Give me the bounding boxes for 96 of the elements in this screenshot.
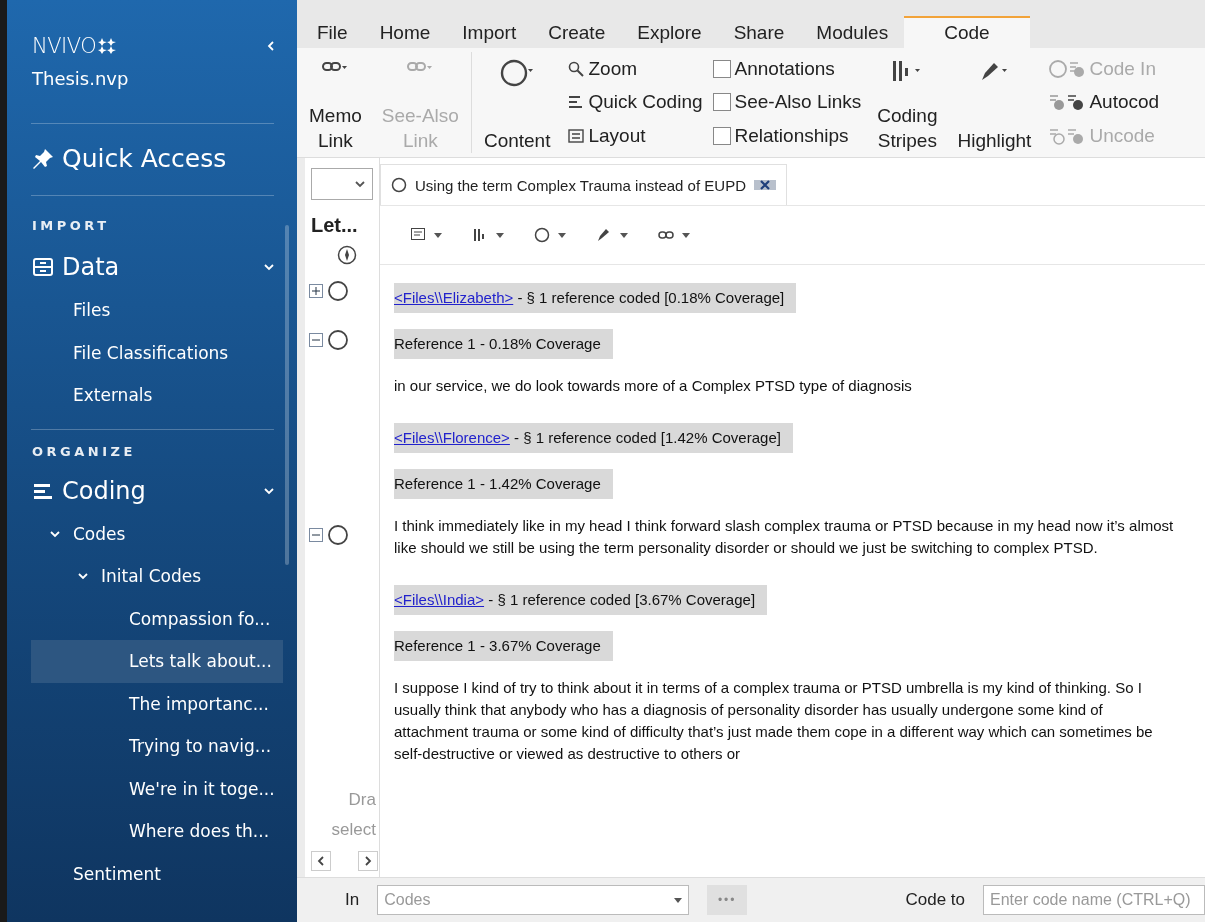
minus-box-icon	[309, 528, 323, 542]
drop-hint: Dra	[347, 789, 377, 811]
layout-icon	[568, 128, 585, 145]
minus-box-icon	[309, 333, 323, 347]
reference-label: Reference 1 - 0.18% Coverage	[394, 329, 613, 359]
chevron-icon	[265, 40, 277, 52]
file-reference-header: <Files\\India> - § 1 reference coded [3.67% Coverage]	[394, 585, 768, 615]
caret-icon	[496, 232, 504, 238]
tree-item[interactable]: Trying to navig...	[31, 725, 283, 768]
caret-icon	[558, 232, 566, 238]
circle-icon	[327, 524, 349, 546]
ribbon-tab[interactable]: Share	[717, 16, 801, 48]
autocode-icon	[1049, 92, 1086, 113]
tree-item[interactable]: Codes	[31, 512, 283, 555]
drop-hint: select	[330, 819, 377, 841]
ribbon-tab[interactable]: Modules	[800, 16, 905, 48]
stripes-tool[interactable]	[472, 227, 504, 243]
tree-item[interactable]: File Classifications	[31, 331, 283, 374]
tree-item[interactable]: The importanc...	[31, 682, 283, 725]
quick-access-link[interactable]: Quick Access	[62, 144, 227, 173]
close-icon	[753, 178, 776, 192]
caret-icon	[682, 232, 690, 238]
project-name: Thesis.nvp	[31, 67, 130, 89]
scroll-left-button[interactable]	[311, 851, 331, 871]
caret-icon	[354, 178, 366, 190]
plus-box-icon	[309, 284, 323, 298]
uncode-icon	[1049, 126, 1086, 147]
document-tab[interactable]: Using the term Complex Trauma instead of EUPD	[380, 164, 787, 205]
ribbon-checkbox[interactable]: Annotations	[712, 57, 862, 80]
circle-icon	[391, 177, 407, 193]
caret-icon	[434, 232, 442, 238]
section-heading: IMPORT	[31, 218, 111, 233]
reference-label: Reference 1 - 1.42% Coverage	[394, 469, 613, 499]
code-in-icon	[1049, 58, 1086, 79]
circle-icon	[500, 58, 535, 88]
tree-item[interactable]: Compassion fo...	[31, 597, 283, 640]
ribbon-tab[interactable]: Explore	[621, 16, 718, 48]
section-heading: ORGANIZE	[31, 443, 137, 459]
ribbon-button[interactable]: Highlight	[957, 52, 1032, 153]
cabinet-icon	[32, 256, 54, 278]
file-reference-header: <Files\\Elizabeth> - § 1 reference coded [0.18% Coverage]	[394, 283, 797, 313]
nav-group[interactable]: Data	[7, 245, 297, 289]
file-reference-header: <Files\\Florence> - § 1 reference coded [1.42% Coverage]	[394, 423, 793, 453]
ribbon-tab[interactable]: Home	[363, 16, 447, 48]
chevron-icon	[263, 261, 275, 273]
tree-item[interactable]: Sentiment	[31, 852, 283, 895]
tree-item[interactable]: Where does th...	[31, 810, 283, 853]
highlight-tool[interactable]	[596, 227, 628, 243]
caret-icon	[620, 232, 628, 238]
ribbon-tab[interactable]: Code	[904, 16, 1030, 48]
reference-label: Reference 1 - 3.67% Coverage	[394, 631, 613, 661]
collapse-button[interactable]	[265, 40, 277, 52]
coded-passage: I think immediately like in my head I think forward slash complex trauma or PTSD because in my head now it’s almost like should we still be using the term personality disorder or should we just be switching to complex PTSD.	[394, 516, 1175, 558]
ribbon-checkbox[interactable]: Relationships	[712, 125, 862, 148]
in-label: In	[345, 890, 360, 910]
circle-icon	[327, 280, 349, 302]
tree-item[interactable]: Externals	[31, 374, 283, 417]
panel-title: Let...	[310, 213, 359, 237]
caret-icon	[674, 897, 683, 903]
tree-item[interactable]: Inital Codes	[31, 555, 283, 598]
ribbon-button[interactable]: Layout	[568, 125, 703, 148]
coded-passage: I suppose I kind of try to think about it in terms of a complex trauma or PTSD umbrella is my kind of thinking. So I usually think that anybody who has a diagnosis of personality disorder has usually undergone some kind of attachment trauma or some kind of difficulty that’s just made them cope in a different way which can sometimes be self-destructive or viewed as destructive to others or	[394, 678, 1154, 764]
lines-icon	[568, 94, 585, 111]
tree-item[interactable]: We're in it toge...	[31, 767, 283, 810]
annotation-tool[interactable]	[410, 227, 442, 243]
ribbon-button[interactable]: Autocod	[1049, 91, 1160, 114]
file-link[interactable]: <Files\\Elizabeth>	[394, 289, 514, 306]
ribbon-tab[interactable]: Create	[532, 16, 622, 48]
comment-icon	[410, 227, 426, 243]
app-logo: NVIVO	[32, 34, 117, 58]
pin-icon	[32, 147, 54, 170]
nav-group-label: Coding	[62, 476, 146, 505]
circle-icon	[327, 329, 349, 351]
ribbon-button[interactable]: Coding Stripes	[877, 52, 938, 153]
ribbon-button[interactable]: Zoom	[568, 57, 703, 80]
marker-icon	[596, 227, 612, 243]
coded-passage: in our service, we do look towards more of a Complex PTSD type of diagnosis	[394, 376, 913, 396]
ribbon-button[interactable]: Memo Link	[309, 52, 362, 153]
file-link[interactable]: <Files\\Florence>	[394, 429, 510, 446]
sparkle-icon	[98, 38, 117, 54]
tree-item[interactable]: Files	[31, 289, 283, 332]
zoom-icon	[568, 60, 585, 77]
code-to-label: Code to	[905, 890, 965, 910]
file-link[interactable]: <Files\\India>	[394, 591, 485, 608]
coding-tool[interactable]	[534, 227, 566, 243]
circle-icon	[534, 227, 550, 243]
scrollbar[interactable]	[285, 225, 289, 565]
scroll-right-button[interactable]	[358, 851, 378, 871]
ribbon-tab[interactable]: Import	[446, 16, 533, 48]
ribbon-button[interactable]: Quick Coding	[568, 91, 703, 114]
nav-group[interactable]: Coding	[7, 468, 297, 513]
ribbon-button[interactable]: Content	[483, 52, 551, 153]
ribbon-checkbox[interactable]: See-Also Links	[712, 91, 862, 114]
tree-item[interactable]: Lets talk about...	[31, 640, 283, 683]
nav-group-label: Data	[62, 253, 120, 281]
ribbon-tab[interactable]: File	[301, 16, 364, 48]
